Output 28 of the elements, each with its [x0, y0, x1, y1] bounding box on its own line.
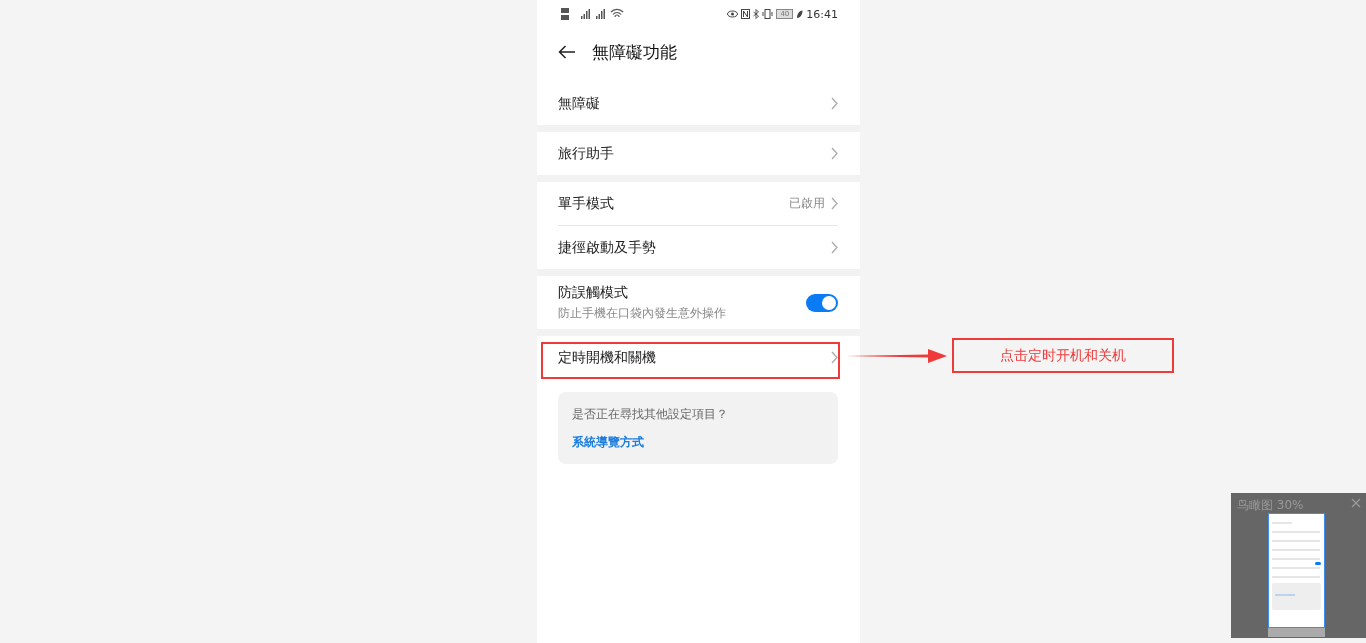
vibrate-icon	[762, 9, 774, 19]
setting-label[interactable]: 旅行助手	[558, 144, 831, 163]
chevron-icon	[831, 351, 838, 364]
close-icon[interactable]	[1351, 498, 1361, 508]
back-arrow-icon[interactable]	[558, 45, 576, 59]
setting-label[interactable]: 無障礙	[558, 94, 831, 113]
setting-description: 防止手機在口袋內發生意外操作	[558, 304, 727, 322]
thumbnail-drawing[interactable]	[1268, 513, 1325, 637]
signal-icon	[561, 7, 625, 21]
toggle-switch[interactable]	[806, 293, 838, 312]
leaf-icon	[796, 9, 804, 19]
nfc-icon	[741, 9, 751, 19]
setting-label[interactable]: 定時開機和關機	[558, 348, 831, 367]
chevron-icon	[831, 97, 838, 110]
chevron-icon	[831, 197, 838, 210]
setting-label[interactable]: 捷徑啟動及手勢	[558, 238, 831, 257]
setting-label[interactable]: 單手模式	[558, 194, 789, 213]
suggestion-link[interactable]: 系統導覽方式	[572, 434, 644, 451]
suggestion-question: 是否正在尋找其他設定項目？	[572, 406, 728, 423]
annotation-callout: 点击定时开机和关机	[952, 338, 1174, 373]
eye-icon	[727, 10, 739, 18]
setting-label[interactable]: 防誤觸模式	[558, 283, 806, 302]
bluetooth-icon	[753, 9, 760, 19]
setting-value: 已啟用	[789, 195, 825, 212]
chevron-icon	[831, 147, 838, 160]
chevron-icon	[831, 241, 838, 254]
page-title: 無障礙功能	[592, 40, 677, 64]
clock-time: 16:41	[806, 7, 838, 21]
